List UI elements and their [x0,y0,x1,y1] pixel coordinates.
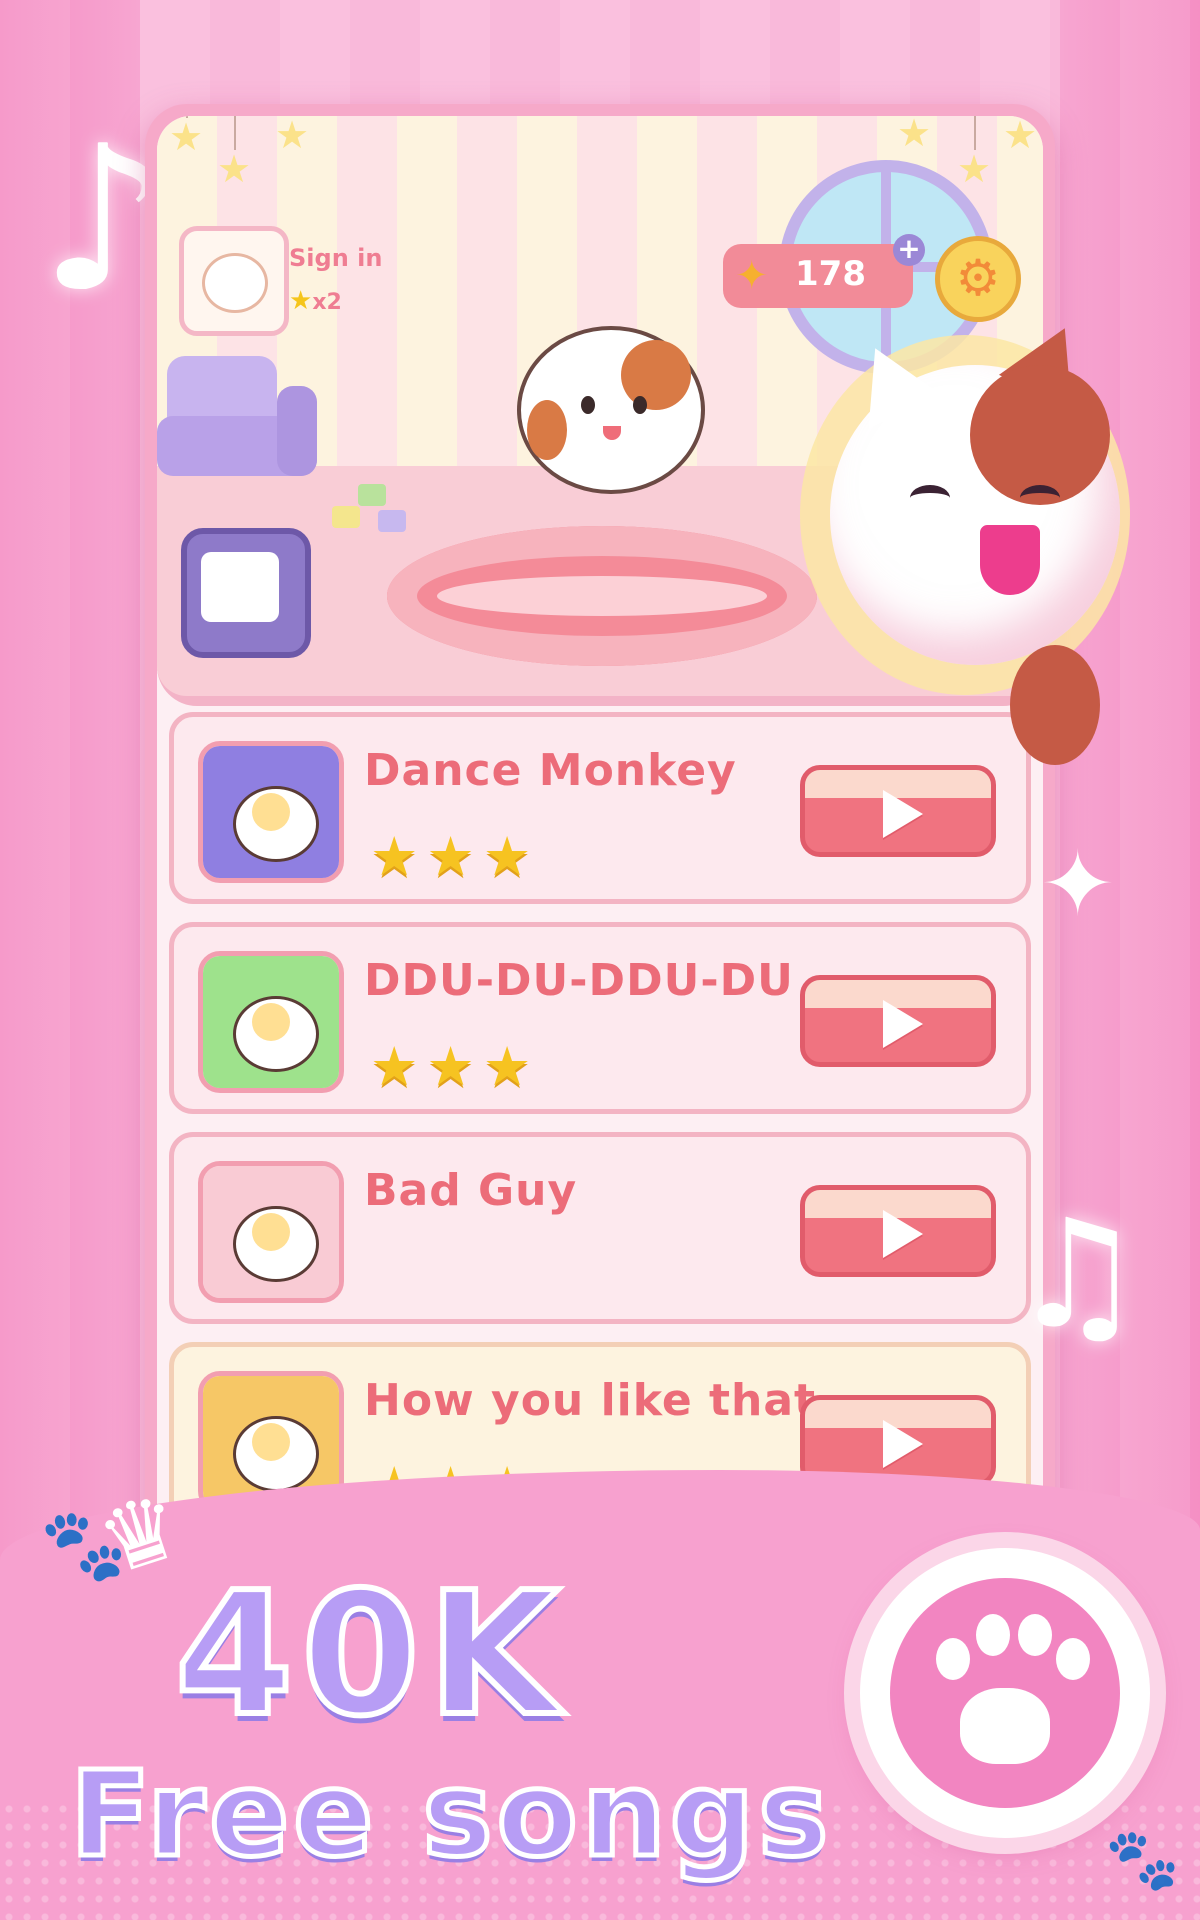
paw-print-icon: 🐾 [1105,1825,1180,1895]
song-row: Bad Guy [169,1132,1031,1324]
hanging-star-icon: ★ [169,116,204,159]
star-icon: ★ [289,286,313,316]
round-rug [387,526,817,666]
star-rating: ★★★ [370,1035,540,1098]
song-title: DDU-DU-DDU-DU [364,955,794,1006]
pet-cat[interactable] [517,326,705,494]
song-title: Dance Monkey [364,745,737,796]
hanging-star-icon: ★ [275,116,310,157]
cat-avatar-icon [202,253,268,313]
sparkle-icon: ✦ [1040,832,1116,937]
headline-count: 40K [172,1556,568,1754]
hanging-star-icon: ★ [217,116,252,191]
mascot-cat [800,311,1150,775]
settings-gear-icon[interactable]: ⚙ [935,236,1021,322]
play-button[interactable] [800,765,996,857]
play-button[interactable] [800,1185,996,1277]
play-icon [883,1210,923,1258]
fish-coin-icon: ✦ [735,253,769,299]
song-thumbnail[interactable] [198,741,344,883]
play-icon [883,1000,923,1048]
paw-icon [890,1578,1120,1808]
sign-in-label: Sign in [289,244,383,272]
song-title: Bad Guy [364,1165,578,1216]
song-thumbnail[interactable] [198,1161,344,1303]
play-preview-icon [252,1003,290,1041]
sign-in-reward: ★x2 [289,286,342,316]
sign-in-reward-value: x2 [312,290,342,315]
sofa [157,356,317,496]
song-row: DDU-DU-DDU-DU ★★★ [169,922,1031,1114]
play-icon [883,1420,923,1468]
headline-subtitle: Free songs [67,1745,833,1883]
paw-button[interactable] [860,1548,1150,1838]
song-title: How you like that [364,1375,817,1426]
play-icon [883,790,923,838]
calendar-icon [201,552,279,622]
song-thumbnail[interactable] [198,951,344,1093]
calendar-button[interactable] [181,528,311,658]
pause-icon [252,793,290,831]
coin-value: 178 [795,254,866,294]
star-rating: ★★★ [370,825,540,888]
coin-counter[interactable]: ✦ 178 + [723,234,925,308]
hanging-star-icon: ★ [1003,116,1038,157]
play-preview-icon [252,1213,290,1251]
sign-in-button[interactable] [179,226,289,336]
play-button[interactable] [800,975,996,1067]
music-note-icon: ♫ [1010,1188,1145,1362]
phone-frame: ★ ★ ★ ★ ★ ★ Sign in ★x2 ✦ 178 + ⚙ Dance … [145,104,1055,1664]
add-coins-button[interactable]: + [893,234,925,266]
hanging-star-icon: ★ [957,116,992,191]
hanging-star-icon: ★ [897,116,932,155]
toy-blocks [332,476,412,536]
play-preview-icon [252,1423,290,1461]
